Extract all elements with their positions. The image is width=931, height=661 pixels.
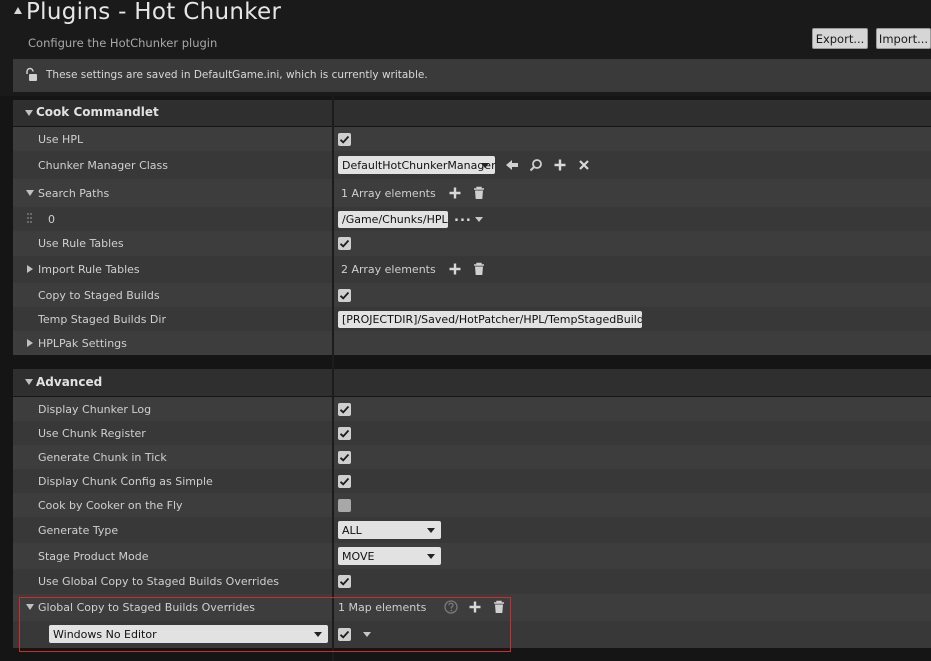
category-title: Cook Commandlet [36, 105, 159, 119]
column-divider[interactable] [332, 96, 334, 661]
collapse-triangle-icon[interactable] [25, 110, 33, 116]
trash-icon[interactable] [472, 262, 486, 276]
collapse-triangle-icon[interactable] [26, 190, 34, 196]
checkmark-icon [339, 477, 350, 486]
checkmark-icon [339, 405, 350, 414]
page-title: Plugins - Hot Chunker [26, 0, 282, 25]
plus-icon[interactable] [553, 158, 567, 172]
plus-icon[interactable] [448, 262, 462, 276]
hplpak-label: HPLPak Settings [38, 337, 127, 350]
chevron-down-icon [481, 163, 489, 168]
use-rule-tables-checkbox[interactable] [338, 237, 351, 250]
stage-mode-combo[interactable]: MOVE [338, 547, 441, 565]
checkmark-icon [339, 429, 350, 438]
chunker-manager-value: DefaultHotChunkerManager [342, 158, 496, 172]
copy-staged-label: Copy to Staged Builds [38, 289, 160, 302]
page-subtitle: Configure the HotChunker plugin [28, 36, 218, 50]
temp-staged-label: Temp Staged Builds Dir [38, 313, 166, 326]
checkmark-icon [339, 135, 350, 144]
search-path-field[interactable]: /Game/Chunks/HPL [338, 211, 448, 228]
cook-fly-checkbox[interactable] [338, 499, 351, 512]
drag-handle-icon[interactable] [27, 213, 32, 226]
checkmark-icon [339, 239, 350, 248]
expand-triangle-icon[interactable] [27, 265, 33, 273]
chevron-down-icon [427, 528, 435, 533]
category-advanced[interactable] [13, 369, 931, 396]
display-simple-label: Display Chunk Config as Simple [38, 475, 213, 488]
import-button[interactable]: Import... [876, 28, 931, 49]
generate-tick-checkbox[interactable] [338, 451, 351, 464]
generate-type-label: Generate Type [38, 524, 119, 537]
display-log-checkbox[interactable] [338, 403, 351, 416]
import-rule-tables-count: 2 Array elements [341, 263, 436, 276]
chevron-down-icon[interactable] [475, 217, 483, 222]
plus-icon[interactable] [448, 186, 462, 200]
close-icon[interactable] [577, 158, 591, 172]
use-rule-tables-label: Use Rule Tables [38, 237, 124, 250]
display-log-label: Display Chunker Log [38, 403, 152, 416]
generate-tick-label: Generate Chunk in Tick [38, 451, 167, 464]
cook-fly-label: Cook by Cooker on the Fly [38, 499, 183, 512]
ellipsis-icon[interactable]: ... [454, 210, 472, 225]
setting-row-search-path-0 [13, 207, 931, 231]
setting-row-stage-mode [13, 543, 931, 569]
search-paths-label: Search Paths [38, 187, 110, 200]
highlight-box [19, 597, 511, 652]
stage-mode-label: Stage Product Mode [38, 550, 149, 563]
chunker-manager-combo[interactable]: DefaultHotChunkerManager [338, 156, 496, 174]
collapse-triangle-icon[interactable] [25, 379, 33, 385]
browse-icon[interactable] [529, 158, 543, 172]
collapse-triangle-icon[interactable] [14, 7, 22, 14]
use-global-label: Use Global Copy to Staged Builds Overrid… [38, 575, 280, 588]
copy-staged-checkbox[interactable] [338, 289, 351, 302]
chunk-register-label: Use Chunk Register [38, 427, 146, 440]
search-path-index: 0 [48, 213, 55, 226]
use-hpl-label: Use HPL [38, 133, 84, 146]
chunker-manager-label: Chunker Manager Class [38, 159, 169, 172]
import-rule-tables-label: Import Rule Tables [38, 263, 140, 276]
checkmark-icon [339, 453, 350, 462]
category-title: Advanced [36, 375, 103, 389]
temp-staged-field[interactable]: [PROJECTDIR]/Saved/HotPatcher/HPL/TempSt… [338, 311, 642, 328]
use-global-checkbox[interactable] [338, 575, 351, 588]
generate-type-value: ALL [342, 523, 362, 537]
stage-mode-value: MOVE [342, 549, 375, 563]
use-hpl-checkbox[interactable] [338, 133, 351, 146]
setting-row-chunk-register [13, 421, 931, 445]
checkmark-icon [339, 291, 350, 300]
expand-triangle-icon[interactable] [27, 339, 33, 347]
trash-icon[interactable] [472, 186, 486, 200]
display-simple-checkbox[interactable] [338, 475, 351, 488]
setting-row-use-rule-tables [13, 231, 931, 256]
export-button[interactable]: Export... [812, 28, 868, 49]
setting-row-use-hpl [13, 127, 931, 151]
chevron-down-icon [427, 554, 435, 559]
generate-type-combo[interactable]: ALL [338, 521, 441, 539]
chunk-register-checkbox[interactable] [338, 427, 351, 440]
checkmark-icon [339, 577, 350, 586]
search-paths-count: 1 Array elements [341, 187, 436, 200]
arrow-left-icon[interactable] [505, 158, 519, 172]
config-notice-text: These settings are saved in DefaultGame.… [46, 69, 428, 81]
setting-row-generate-type [13, 517, 931, 543]
setting-row-hplpak [13, 331, 931, 355]
lock-icon [24, 67, 38, 82]
